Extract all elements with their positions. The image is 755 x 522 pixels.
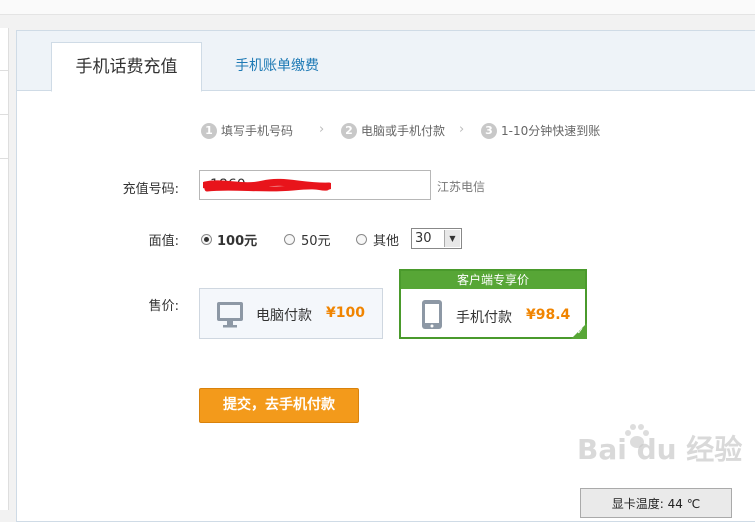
- pay-by-mobile-price: ¥98.4: [526, 307, 571, 323]
- amount-label: 面值:: [148, 234, 179, 249]
- redaction-scribble: [203, 178, 331, 192]
- amount-other-label: 其他: [373, 234, 400, 249]
- chevron-right-icon: ›: [459, 122, 465, 137]
- pay-by-mobile-label: 手机付款: [456, 310, 512, 326]
- tab-phone-bill-payment[interactable]: 手机账单缴费: [217, 42, 337, 90]
- client-exclusive-banner: 客户端专享价: [401, 271, 585, 289]
- pay-by-computer-label: 电脑付款: [256, 308, 312, 324]
- gpu-temperature-widget: 显卡温度: 44 ℃: [580, 488, 732, 518]
- step-2-label: 电脑或手机付款: [361, 124, 446, 138]
- carrier-label: 江苏电信: [437, 180, 486, 194]
- left-sidebar-edge: [0, 28, 9, 510]
- step-2-number: 2: [341, 122, 357, 139]
- computer-monitor-icon: [217, 302, 243, 328]
- amount-100-radio[interactable]: [201, 234, 212, 245]
- amount-100-label: 100元: [217, 234, 258, 249]
- amount-other-radio[interactable]: [356, 234, 367, 245]
- amount-other-value: 30: [415, 231, 432, 246]
- phone-number-label: 充值号码:: [122, 182, 179, 197]
- step-3-number: 3: [481, 122, 497, 139]
- amount-50-label: 50元: [301, 234, 331, 249]
- dropdown-arrow-icon: ▼: [444, 230, 460, 247]
- amount-other-select[interactable]: 30 ▼: [411, 228, 462, 249]
- step-1-label: 填写手机号码: [221, 124, 294, 138]
- pay-by-computer-price: ¥100: [326, 305, 365, 321]
- amount-50-radio[interactable]: [284, 234, 295, 245]
- tab-phone-recharge[interactable]: 手机话费充值: [51, 42, 202, 92]
- step-2: 2 电脑或手机付款: [341, 122, 445, 139]
- baidu-watermark: Bai du 经验: [577, 433, 743, 466]
- chevron-right-icon: ›: [319, 122, 325, 137]
- step-1-number: 1: [201, 122, 217, 139]
- mobile-phone-icon: [422, 300, 442, 329]
- price-label: 售价:: [148, 299, 179, 314]
- tab-bar: 手机话费充值 手机账单缴费: [17, 31, 755, 92]
- checkmark-icon: ✓: [576, 327, 584, 337]
- top-band: [0, 0, 755, 15]
- step-1: 1 填写手机号码: [201, 122, 293, 139]
- submit-mobile-pay-button[interactable]: 提交，去手机付款: [199, 388, 359, 423]
- step-3: 3 1-10分钟快速到账: [481, 122, 600, 139]
- pay-by-computer-option[interactable]: 电脑付款 ¥100: [199, 288, 383, 339]
- step-3-label: 1-10分钟快速到账: [501, 124, 601, 138]
- pay-by-mobile-option[interactable]: 客户端专享价 手机付款 ¥98.4 ✓: [399, 269, 587, 339]
